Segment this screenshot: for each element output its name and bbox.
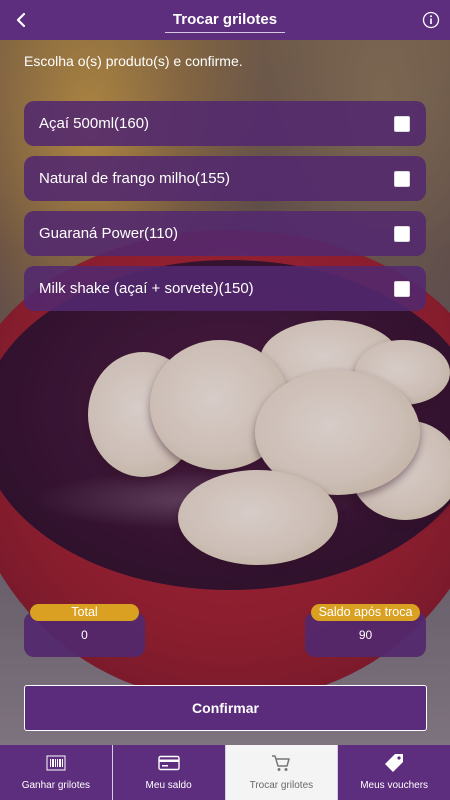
balance-after-label: Saldo após troca xyxy=(311,604,420,621)
product-label: Natural de frango milho(155) xyxy=(39,170,230,187)
product-checkbox[interactable] xyxy=(394,170,410,187)
total-value: 0 xyxy=(81,628,88,642)
tab-label: Ganhar grilotes xyxy=(21,780,91,791)
product-checkbox[interactable] xyxy=(394,115,410,132)
total-label: Total xyxy=(30,604,139,621)
cart-icon xyxy=(271,753,291,773)
confirm-button[interactable]: Confirmar xyxy=(24,685,427,731)
product-item[interactable]: Açaí 500ml(160) xyxy=(24,101,426,146)
instruction-text: Escolha o(s) produto(s) e confirme. xyxy=(24,53,243,69)
tab-label: Meu saldo xyxy=(145,780,192,791)
product-item[interactable]: Guaraná Power(110) xyxy=(24,211,426,256)
product-item[interactable]: Natural de frango milho(155) xyxy=(24,156,426,201)
info-icon[interactable] xyxy=(422,11,440,29)
app-header: Trocar grilotes xyxy=(0,0,450,40)
card-icon xyxy=(157,753,180,773)
product-checkbox[interactable] xyxy=(394,280,410,297)
barcode-icon xyxy=(46,753,66,773)
tab-meus-vouchers[interactable]: Meus vouchers xyxy=(338,745,450,800)
tab-label: Meus vouchers xyxy=(360,780,429,791)
product-item[interactable]: Milk shake (açaí + sorvete)(150) xyxy=(24,266,426,311)
balance-after-value: 90 xyxy=(358,628,373,642)
tag-icon xyxy=(384,753,404,773)
product-list: Açaí 500ml(160) Natural de frango milho(… xyxy=(24,101,426,321)
product-label: Guaraná Power(110) xyxy=(39,225,178,242)
tab-ganhar-grilotes[interactable]: Ganhar grilotes xyxy=(0,745,113,800)
bottom-nav: Ganhar grilotes Meu saldo Trocar grilote… xyxy=(0,745,450,800)
tab-meu-saldo[interactable]: Meu saldo xyxy=(113,745,226,800)
product-label: Açaí 500ml(160) xyxy=(39,115,150,132)
chevron-left-icon[interactable] xyxy=(10,9,32,31)
tab-trocar-grilotes[interactable]: Trocar grilotes xyxy=(225,745,339,800)
tab-label: Trocar grilotes xyxy=(249,780,314,791)
page-title: Trocar grilotes xyxy=(165,11,285,33)
product-checkbox[interactable] xyxy=(394,225,410,242)
product-label: Milk shake (açaí + sorvete)(150) xyxy=(39,280,254,297)
